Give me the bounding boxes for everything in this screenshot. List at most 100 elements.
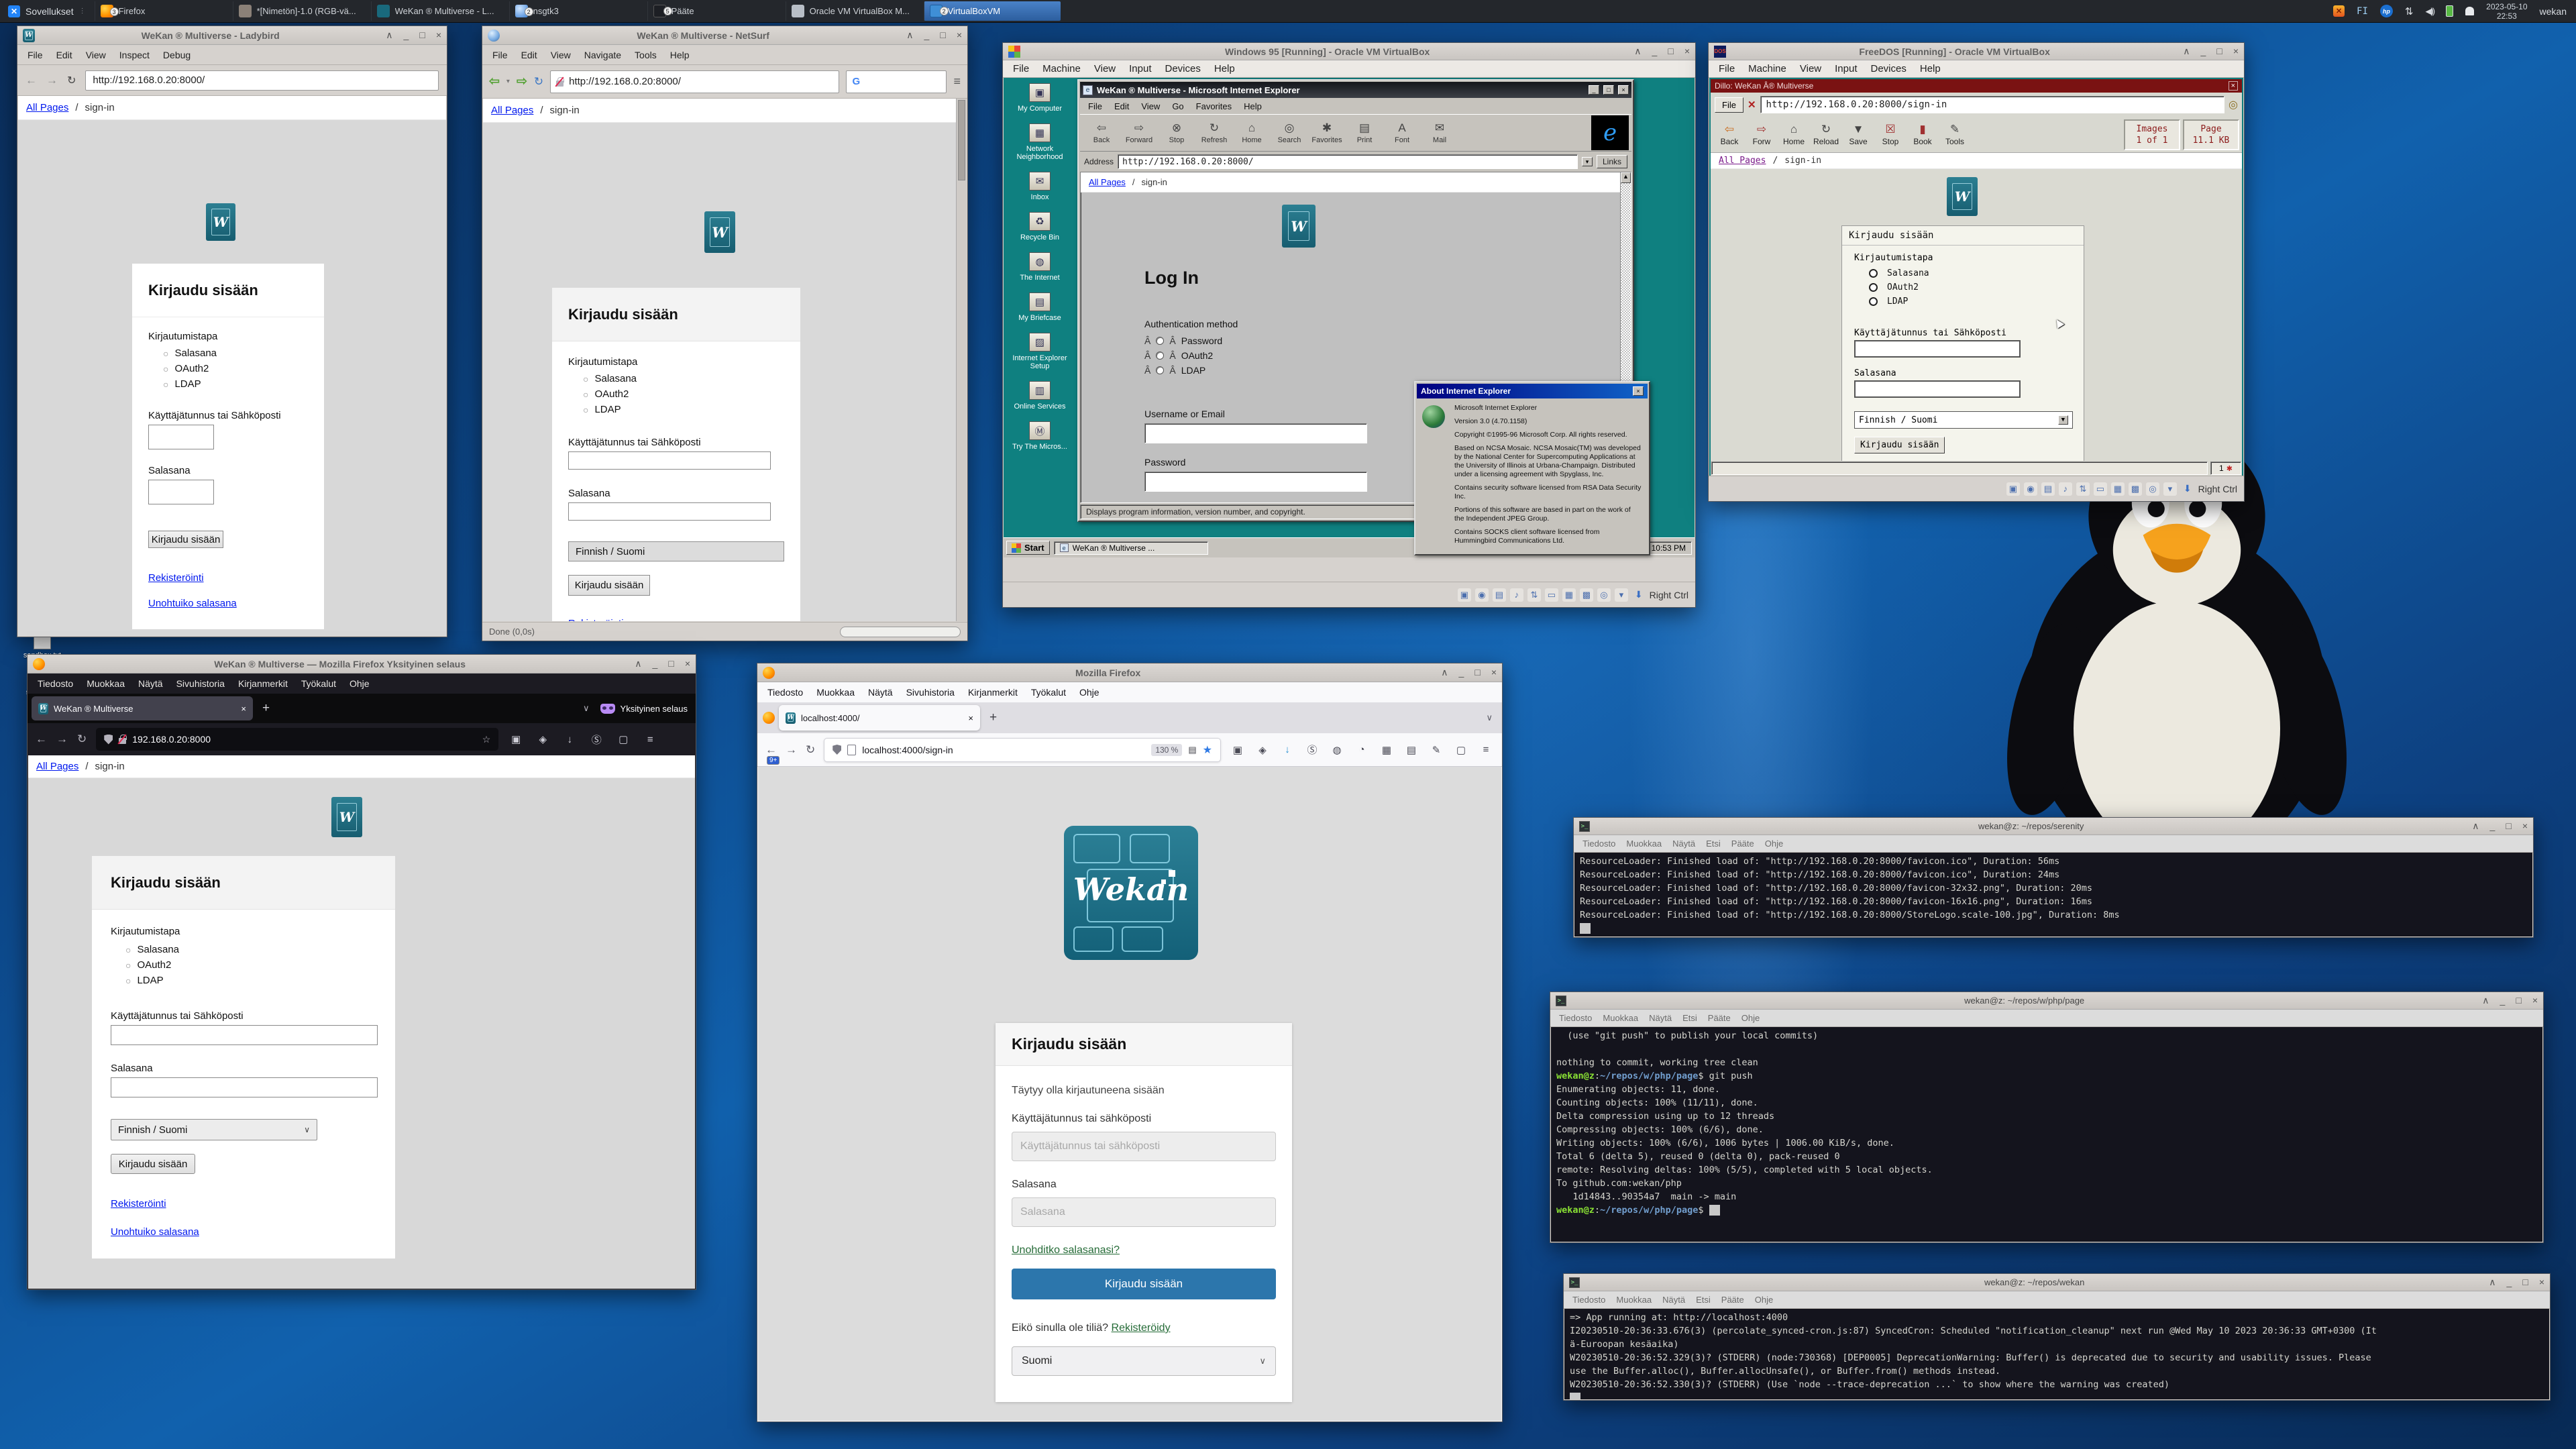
menu-item[interactable]: Ohje bbox=[1760, 837, 1788, 851]
toolbar-icon[interactable]: ≡ bbox=[1478, 744, 1494, 755]
radio-option[interactable]: ○LDAP bbox=[568, 402, 637, 417]
register-link[interactable]: Rekisteröinti bbox=[111, 1198, 166, 1210]
minimize-icon[interactable]: _ bbox=[2500, 995, 2506, 1006]
search-input[interactable]: G bbox=[846, 70, 947, 93]
menu-item[interactable]: View bbox=[1136, 100, 1165, 113]
scrollbar-thumb[interactable] bbox=[958, 100, 965, 180]
taskbar-window-button[interactable]: Oracle VM VirtualBox M... bbox=[786, 1, 922, 21]
desktop-icon[interactable]: ✉Inbox bbox=[1009, 172, 1071, 201]
radio-option[interactable]: ○OAuth2 bbox=[111, 957, 179, 973]
desktop-icon[interactable]: ▤My Briefcase bbox=[1009, 292, 1071, 322]
maximize-icon[interactable]: □ bbox=[1474, 667, 1480, 678]
menu-item[interactable]: Kirjanmerkit bbox=[962, 684, 1024, 700]
toolbar-button[interactable]: ▼Save bbox=[1842, 118, 1874, 152]
menu-item[interactable]: Tiedosto bbox=[32, 676, 79, 692]
back-icon[interactable]: ⇦ bbox=[489, 74, 500, 89]
taskbar-window-button[interactable]: *[Nimetön]-1.0 (RGB-vä... bbox=[233, 1, 370, 21]
menu-icon[interactable]: ≡ bbox=[953, 74, 961, 89]
maximize-icon[interactable]: □ bbox=[2522, 1277, 2528, 1288]
links-button[interactable]: Links bbox=[1597, 155, 1627, 168]
menu-item[interactable]: Muokkaa bbox=[1598, 1011, 1643, 1025]
toolbar-icon[interactable]: ▢ bbox=[615, 733, 631, 745]
menu-item[interactable]: Favorites bbox=[1191, 100, 1237, 113]
vbox-titlebar[interactable]: Windows 95 [Running] - Oracle VM Virtual… bbox=[1003, 43, 1695, 60]
menu-item[interactable]: Ohje bbox=[1737, 1011, 1764, 1025]
signin-button[interactable]: Kirjaudu sisään bbox=[148, 531, 223, 548]
taskbar-window-button[interactable]: 2 nsgtk3 bbox=[509, 1, 646, 21]
shade-icon[interactable]: ∧ bbox=[906, 30, 913, 41]
dillo-titlebar[interactable]: Dillo: WeKan Â® Multiverse × bbox=[1711, 79, 2242, 93]
username-input[interactable] bbox=[1012, 1132, 1276, 1161]
back-icon[interactable]: ← bbox=[765, 743, 777, 757]
menu-item[interactable]: Tiedosto bbox=[1568, 1293, 1610, 1307]
language-select[interactable]: Finnish / Suomi∨ bbox=[111, 1119, 317, 1140]
language-select[interactable]: Finnish / Suomi bbox=[568, 541, 784, 561]
all-pages-link[interactable]: All Pages bbox=[26, 102, 68, 113]
taskbar-window-button[interactable]: 5 Pääte bbox=[647, 1, 784, 21]
forgot-password-link[interactable]: Unohtuiko salasana bbox=[148, 598, 237, 609]
close-icon[interactable]: × bbox=[436, 30, 441, 41]
toolbar-icon[interactable]: ◈ bbox=[535, 733, 551, 745]
menu-item[interactable]: Edit bbox=[50, 47, 78, 63]
keyboard-layout-indicator[interactable]: FI bbox=[2357, 6, 2368, 17]
all-pages-link[interactable]: All Pages bbox=[36, 761, 78, 772]
close-icon[interactable]: × bbox=[2229, 81, 2238, 91]
clock[interactable]: 2023-05-1022:53 bbox=[2486, 2, 2527, 21]
url-bar[interactable]: localhost:4000/sign-in 130 % ▤ ★ bbox=[824, 738, 1221, 762]
menu-item[interactable]: Näytä bbox=[132, 676, 169, 692]
tab-list-icon[interactable]: ∨ bbox=[1486, 712, 1493, 723]
username-input[interactable] bbox=[1854, 340, 2021, 358]
minimize-icon[interactable]: _ bbox=[924, 30, 930, 41]
shade-icon[interactable]: ∧ bbox=[1441, 667, 1448, 678]
maximize-icon[interactable]: □ bbox=[2516, 995, 2521, 1006]
ladybird-titlebar[interactable]: W WeKan ® Multiverse - Ladybird ∧_□× bbox=[17, 26, 447, 45]
firefox-titlebar[interactable]: WeKan ® Multiverse — Mozilla Firefox Yks… bbox=[28, 655, 696, 674]
reload-icon[interactable]: ↻ bbox=[534, 75, 543, 89]
menu-item[interactable]: Tiedosto bbox=[1578, 837, 1620, 851]
minimize-icon[interactable]: _ bbox=[2507, 1277, 2512, 1288]
menu-item[interactable]: File bbox=[1007, 60, 1035, 77]
password-input[interactable] bbox=[568, 502, 771, 521]
taskbar-task-button[interactable]: e WeKan ® Multiverse ... bbox=[1054, 541, 1208, 555]
applications-menu-button[interactable]: ✕ Sovellukset ⋮ bbox=[0, 0, 94, 22]
terminal-output[interactable]: => App running at: http://localhost:4000… bbox=[1564, 1309, 2549, 1399]
menu-item[interactable]: Machine bbox=[1036, 60, 1087, 77]
password-input[interactable] bbox=[1854, 380, 2021, 398]
radio-option[interactable]: ○OAuth2 bbox=[568, 386, 637, 402]
radio-option[interactable]: LDAP bbox=[1854, 294, 1929, 309]
toolbar-icon[interactable]: ◍ bbox=[1329, 744, 1345, 756]
toolbar-icon[interactable]: ▢ bbox=[1453, 744, 1469, 756]
register-link[interactable]: Rekisteröidy bbox=[1112, 1322, 1171, 1334]
menu-item[interactable]: Etsi bbox=[1691, 1293, 1715, 1307]
minimize-icon[interactable]: _ bbox=[2490, 820, 2496, 832]
toolbar-button[interactable]: ⇦Back bbox=[1713, 118, 1746, 152]
all-pages-link[interactable]: All Pages bbox=[491, 105, 533, 116]
radio-option[interactable]: Salasana bbox=[1854, 266, 1929, 280]
menu-item[interactable]: Input bbox=[1123, 60, 1157, 77]
tracking-shield-icon[interactable] bbox=[104, 735, 113, 745]
close-icon[interactable]: × bbox=[1684, 46, 1690, 57]
forward-icon[interactable]: ⇨ bbox=[517, 74, 527, 89]
address-dropdown-icon[interactable]: ▾ bbox=[1582, 157, 1593, 166]
toolbar-button[interactable]: ▮Book bbox=[1907, 118, 1939, 152]
close-icon[interactable]: × bbox=[957, 30, 962, 41]
toolbar-button[interactable]: ⊗Stop bbox=[1158, 115, 1195, 150]
menu-item[interactable]: Näytä bbox=[862, 684, 899, 700]
menu-item[interactable]: Sivuhistoria bbox=[170, 676, 231, 692]
search-icon[interactable]: ◎ bbox=[2229, 98, 2238, 111]
language-select[interactable]: Suomi∨ bbox=[1012, 1346, 1276, 1376]
menu-item[interactable]: Edit bbox=[1109, 100, 1134, 113]
forgot-password-link[interactable]: Unohtuiko salasana bbox=[111, 1226, 199, 1238]
toolbar-icon[interactable]: ▣ bbox=[1230, 744, 1246, 756]
back-dropdown-icon[interactable]: ▾ bbox=[506, 78, 510, 85]
radio-option[interactable]: ○LDAP bbox=[111, 973, 179, 988]
notification-tray-icon[interactable]: ✕ bbox=[2333, 5, 2345, 17]
firefox-titlebar[interactable]: Mozilla Firefox ∧_□× bbox=[757, 663, 1502, 682]
menu-item[interactable]: Kirjanmerkit bbox=[232, 676, 294, 692]
bookmark-icon[interactable]: ✕ bbox=[1748, 99, 1756, 111]
terminal-titlebar[interactable]: >_ wekan@z: ~/repos/serenity ∧_□× bbox=[1574, 818, 2533, 835]
taskbar-window-button[interactable]: 2 VirtualBoxVM bbox=[924, 1, 1061, 21]
scroll-up-icon[interactable]: ▲ bbox=[1621, 172, 1631, 183]
menu-item[interactable]: Edit bbox=[515, 47, 543, 63]
toolbar-icon[interactable]: Ⓢ bbox=[588, 733, 604, 747]
